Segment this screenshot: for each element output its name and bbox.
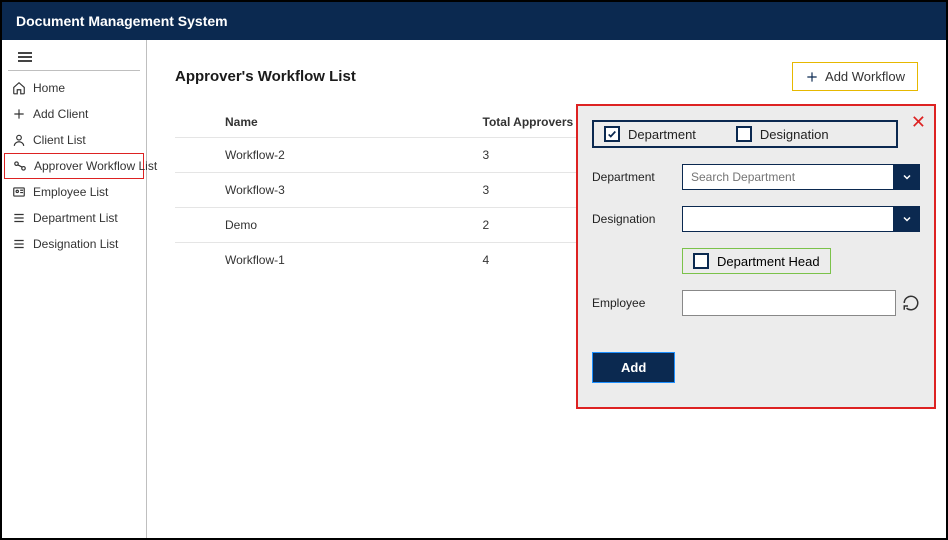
sidebar-item-label: Home — [33, 81, 65, 95]
sidebar-item-label: Department List — [33, 211, 118, 225]
sidebar: Home Add Client Client List Approver Wor… — [2, 40, 147, 538]
department-label: Department — [592, 170, 682, 184]
refresh-icon[interactable] — [902, 294, 920, 312]
checkbox-unchecked-icon — [736, 126, 752, 142]
checkbox-label: Department — [628, 127, 696, 142]
sidebar-item-client-list[interactable]: Client List — [2, 127, 146, 153]
employee-label: Employee — [592, 296, 682, 310]
id-card-icon — [12, 185, 26, 199]
cell-name: Demo — [175, 208, 473, 243]
chevron-down-icon[interactable] — [894, 164, 920, 190]
checkbox-label: Department Head — [717, 254, 820, 269]
cell-name: Workflow-1 — [175, 243, 473, 278]
sidebar-item-employee-list[interactable]: Employee List — [2, 179, 146, 205]
topbar: Document Management System — [2, 2, 946, 40]
sidebar-item-label: Add Client — [33, 107, 88, 121]
hamburger-icon[interactable] — [8, 46, 140, 71]
close-icon[interactable]: ✕ — [911, 112, 926, 133]
add-workflow-label: Add Workflow — [825, 69, 905, 84]
sidebar-item-department-list[interactable]: Department List — [2, 205, 146, 231]
workflow-icon — [13, 159, 27, 173]
plus-icon — [805, 70, 819, 84]
department-head-checkbox[interactable]: Department Head — [682, 248, 831, 274]
sidebar-item-label: Employee List — [33, 185, 108, 199]
department-checkbox[interactable]: Department — [604, 126, 696, 142]
app-title: Document Management System — [16, 13, 228, 29]
sidebar-item-add-client[interactable]: Add Client — [2, 101, 146, 127]
list-icon — [12, 211, 26, 225]
cell-name: Workflow-3 — [175, 173, 473, 208]
sidebar-item-home[interactable]: Home — [2, 75, 146, 101]
col-name: Name — [175, 107, 473, 138]
filter-group: Department Designation — [592, 120, 898, 148]
person-icon — [12, 133, 26, 147]
plus-icon — [12, 107, 26, 121]
home-icon — [12, 81, 26, 95]
cell-name: Workflow-2 — [175, 138, 473, 173]
sidebar-item-approver-workflow-list[interactable]: Approver Workflow List — [4, 153, 144, 179]
main-content: Approver's Workflow List Add Workflow Na… — [147, 40, 946, 538]
designation-checkbox[interactable]: Designation — [736, 126, 829, 142]
checkbox-unchecked-icon — [693, 253, 709, 269]
page-title: Approver's Workflow List — [175, 68, 356, 85]
add-button[interactable]: Add — [593, 353, 674, 382]
add-workflow-popup: ✕ Department Designation Department — [576, 104, 936, 409]
chevron-down-icon[interactable] — [894, 206, 920, 232]
sidebar-item-label: Approver Workflow List — [34, 159, 157, 173]
checkbox-checked-icon — [604, 126, 620, 142]
sidebar-item-label: Designation List — [33, 237, 118, 251]
designation-select[interactable] — [682, 206, 894, 232]
department-select[interactable] — [682, 164, 894, 190]
employee-input[interactable] — [682, 290, 896, 316]
designation-label: Designation — [592, 212, 682, 226]
add-workflow-button[interactable]: Add Workflow — [792, 62, 918, 91]
sidebar-item-label: Client List — [33, 133, 86, 147]
checkbox-label: Designation — [760, 127, 829, 142]
sidebar-item-designation-list[interactable]: Designation List — [2, 231, 146, 257]
list-icon — [12, 237, 26, 251]
